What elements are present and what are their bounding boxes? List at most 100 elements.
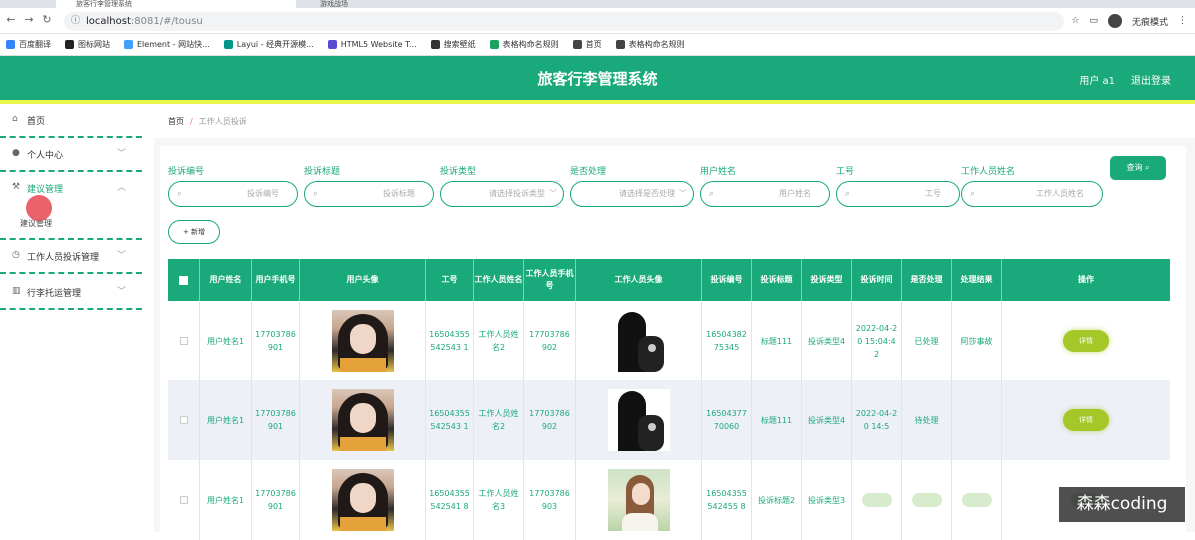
sidebar-item-label: 工作人员投诉管理: [27, 253, 100, 263]
browser-tab[interactable]: 游戏战场: [300, 0, 540, 8]
reload-icon[interactable]: ↻: [40, 13, 54, 27]
site-info-icon[interactable]: ⓘ: [71, 12, 80, 31]
bookmark-item[interactable]: 搜索壁纸: [430, 39, 476, 50]
table-cell: 16504355542543 1: [426, 301, 474, 381]
search-icon: ⌕: [177, 189, 183, 199]
sidebar-item-label: 建议管理: [27, 185, 64, 195]
cell-text: 17703786903: [529, 489, 570, 511]
sidebar-item[interactable]: ◷ 工作人员投诉管理 ﹀: [0, 240, 142, 274]
row-checkbox[interactable]: [179, 496, 188, 504]
url-input[interactable]: ⓘ localhost:8081/#/tousu: [64, 12, 1064, 31]
url-path: :8081/#/tousu: [130, 16, 203, 27]
bookmark-label: 搜索壁纸: [443, 40, 476, 49]
detail-button[interactable]: 详情: [1063, 330, 1109, 352]
column-header-label: 处理结果: [960, 275, 993, 284]
table-cell: 17703786901: [252, 380, 300, 460]
bookmark-favicon-icon: [124, 40, 133, 49]
filter-label: 投诉标题: [304, 167, 341, 177]
table-cell: [300, 460, 426, 540]
column-header-label: 用户姓名: [209, 275, 242, 284]
detail-button[interactable]: 详情: [1063, 409, 1109, 431]
incognito-icon[interactable]: [1107, 14, 1122, 28]
sidebar-item[interactable]: ▥ 行李托运管理 ﹀: [0, 276, 142, 310]
select-all-header[interactable]: [168, 259, 200, 301]
filter-input[interactable]: ⌕ 投诉标题: [304, 181, 434, 207]
cell-text: 17703786901: [255, 489, 296, 511]
row-checkbox[interactable]: [179, 416, 188, 424]
row-select-cell[interactable]: [168, 301, 200, 381]
table-cell: 17703786903: [524, 460, 576, 540]
sidebar-item[interactable]: ● 个人中心 ﹀: [0, 138, 142, 172]
url-host: localhost: [86, 16, 131, 27]
bookmark-item[interactable]: 表格构命名规则: [489, 39, 559, 50]
menu-icon[interactable]: ⋮: [1178, 16, 1187, 26]
bookmark-item[interactable]: 表格构命名规则: [615, 39, 685, 50]
filter-input[interactable]: ⌕ 工号: [836, 181, 960, 207]
table-row[interactable]: 用户姓名1 17703786901 16504355542541 8 工作人员姓名3 1…: [168, 460, 1170, 540]
cell-text: 16504355542455 8: [706, 489, 747, 511]
column-header: 工作人员头像: [576, 259, 702, 301]
table-cell: 投诉类型4: [802, 301, 852, 381]
table-cell[interactable]: 详情: [1002, 301, 1170, 381]
star-icon[interactable]: ☆: [1071, 16, 1079, 26]
app-title: 旅客行李管理系统: [537, 70, 658, 88]
filter-select[interactable]: ﹀ 请选择投诉类型: [440, 181, 564, 207]
table-cell: 2022-04-20 14:5: [852, 380, 902, 460]
table-cell: 标题111: [752, 380, 802, 460]
row-select-cell[interactable]: [168, 460, 200, 540]
bookmark-item[interactable]: 百度翻译: [6, 39, 51, 50]
row-select-cell[interactable]: [168, 380, 200, 460]
table-row[interactable]: 用户姓名1 17703786901 16504355542543 1 工作人员姓名2 1…: [168, 301, 1170, 381]
back-icon[interactable]: ←: [4, 13, 18, 27]
add-button[interactable]: + 新增: [168, 220, 220, 244]
row-checkbox[interactable]: [179, 337, 188, 345]
table-cell: [952, 460, 1002, 540]
user-icon: ●: [12, 148, 20, 158]
column-header-label: 投诉标题: [760, 275, 793, 284]
browser-tab-active[interactable]: 旅客行李管理系统: [56, 0, 296, 8]
cell-text: 标题111: [760, 336, 793, 346]
filter-label: 用户姓名: [700, 167, 737, 177]
cell-text: 17703786902: [529, 330, 570, 352]
forward-icon[interactable]: →: [22, 13, 36, 27]
breadcrumb-separator: /: [190, 117, 193, 126]
cell-text: 用户姓名1: [206, 336, 245, 346]
query-button[interactable]: 查询 ⌕: [1110, 156, 1166, 180]
select-all-checkbox[interactable]: [179, 275, 188, 285]
bookmark-item[interactable]: HTML5 Website T...: [327, 40, 417, 49]
table-cell: [576, 380, 702, 460]
cell-text: 2022-04-20 15:04:42: [855, 323, 898, 359]
bookmark-item[interactable]: Element - 网站快...: [124, 39, 210, 50]
breadcrumb-current: 工作人员投诉: [198, 117, 247, 126]
logout-link[interactable]: 退出登录: [1131, 72, 1171, 87]
filter-input[interactable]: ⌕ 投诉编号: [168, 181, 298, 207]
cell-text: 1650437770060: [706, 409, 747, 431]
mouse-cursor-highlight: [26, 195, 52, 221]
filter-input[interactable]: ⌕ 工作人员姓名: [961, 181, 1103, 207]
cell-text: 工作人员姓名3: [478, 489, 519, 511]
table-header: 用户姓名 用户手机号 用户头像 工号 工作人员姓名 工作人员手机号 工作人员头像 投诉编号 投诉…: [168, 259, 1170, 301]
sidebar-item[interactable]: ⚒ 建议管理 ︿: [0, 172, 142, 206]
table-row[interactable]: 用户姓名1 17703786901 16504355542543 1 工作人员姓名2 1…: [168, 380, 1170, 460]
tab-search-icon[interactable]: ▭: [1089, 16, 1098, 26]
bookmark-label: HTML5 Website T...: [340, 40, 417, 49]
bookmark-item[interactable]: 首页: [572, 39, 602, 50]
chevron-down-icon: ﹀: [116, 251, 126, 261]
breadcrumb-home[interactable]: 首页: [168, 117, 184, 126]
bookmark-item[interactable]: 图标网站: [65, 39, 110, 50]
bookmark-favicon-icon: [65, 40, 74, 49]
table-cell: 工作人员姓名2: [474, 301, 524, 381]
bookmark-item[interactable]: Layui - 经典开源模...: [223, 39, 314, 50]
profile-label[interactable]: 无痕模式: [1132, 15, 1168, 28]
sidebar-item[interactable]: ⌂ 首页: [0, 104, 142, 138]
cell-text: 待处理: [914, 415, 939, 425]
bookmark-label: 表格构命名规则: [502, 40, 559, 49]
table-cell: [576, 301, 702, 381]
bookmark-favicon-icon: [6, 40, 15, 49]
table-cell[interactable]: 详情: [1002, 380, 1170, 460]
filter-select[interactable]: ﹀ 请选择是否处理: [570, 181, 694, 207]
cell-text: 17703786902: [529, 409, 570, 431]
cell-text: 17703786901: [255, 409, 296, 431]
filter-input[interactable]: ⌕ 用户姓名: [700, 181, 830, 207]
table-cell: [300, 301, 426, 381]
